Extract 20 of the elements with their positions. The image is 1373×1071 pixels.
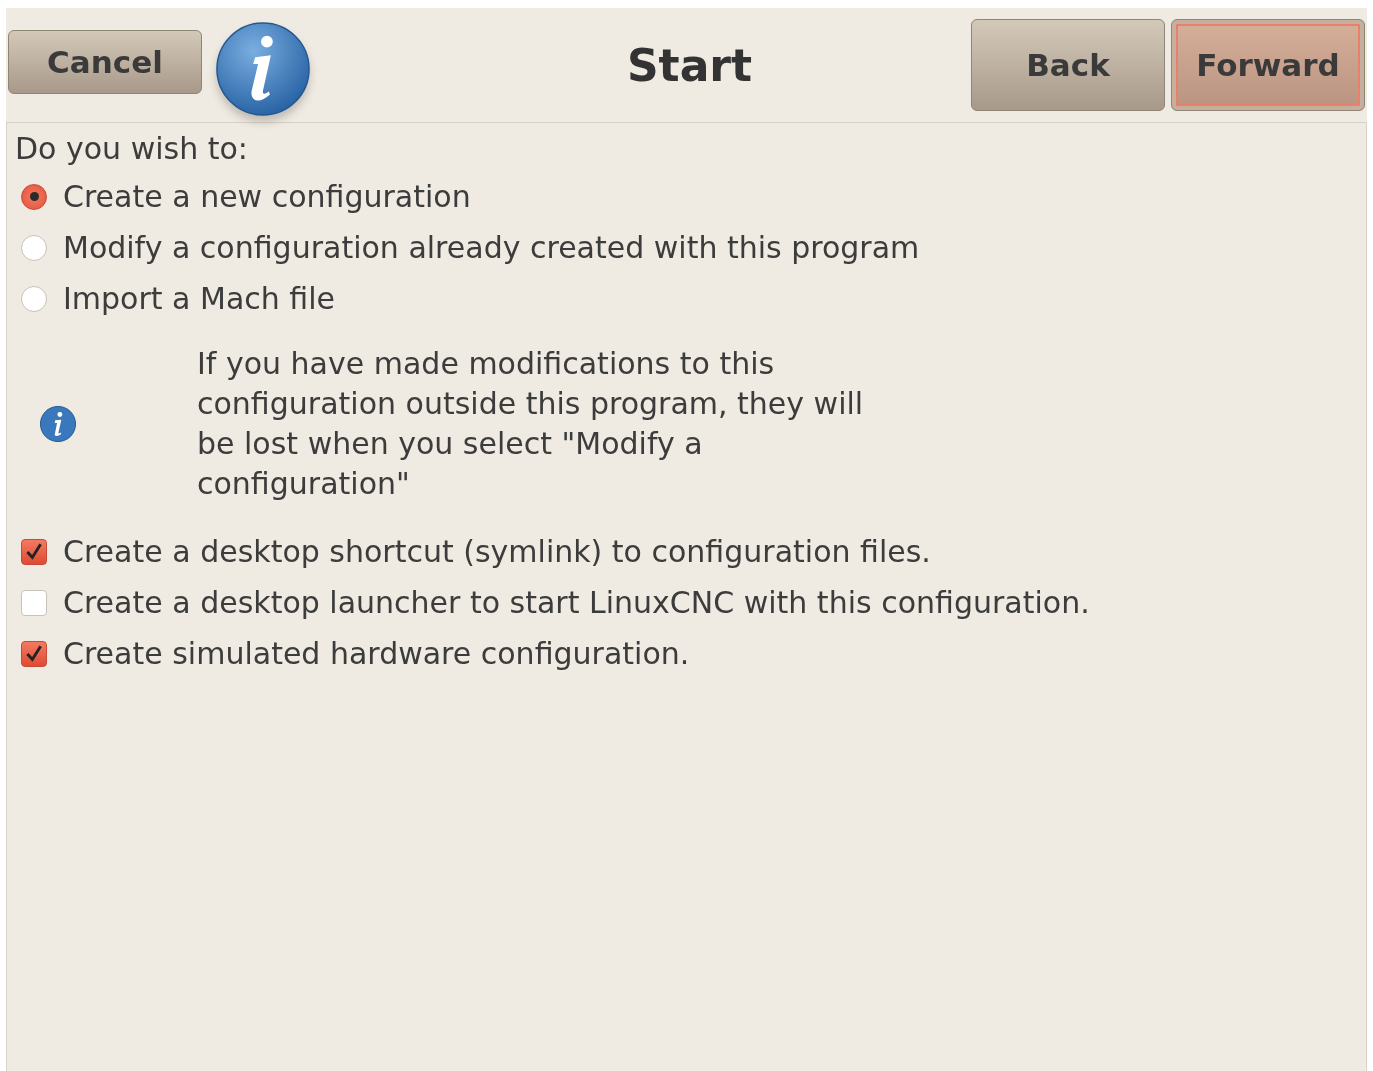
page-title: Start: [625, 39, 754, 91]
radio-label[interactable]: Import a Mach file: [63, 281, 336, 316]
checkbox-label[interactable]: Create simulated hardware configuration.: [63, 636, 690, 671]
back-button[interactable]: Back: [971, 19, 1165, 111]
radio-button[interactable]: [21, 234, 47, 261]
checkbox-label[interactable]: Create a desktop launcher to start LinuxCNC with this configuration.: [63, 585, 1090, 620]
checkbox-label[interactable]: Create a desktop shortcut (symlink) to configuration files.: [63, 534, 931, 569]
radio-label[interactable]: Create a new configuration: [63, 179, 471, 214]
info-icon: [214, 20, 312, 118]
radio-button[interactable]: [21, 285, 47, 312]
notice-text: If you have made modifications to this configuration outside this program, they will be lost when you select "Modify a configuration": [197, 345, 865, 503]
checkbox[interactable]: [21, 538, 47, 565]
cancel-button[interactable]: Cancel: [8, 30, 202, 94]
checkbox[interactable]: [21, 589, 47, 616]
info-icon: [39, 405, 77, 443]
prompt-text: Do you wish to:: [15, 130, 249, 168]
forward-button[interactable]: Forward: [1171, 19, 1365, 111]
radio-button[interactable]: [21, 183, 47, 210]
checkbox[interactable]: [21, 640, 47, 667]
radio-label[interactable]: Modify a configuration already created with this program: [63, 230, 920, 265]
